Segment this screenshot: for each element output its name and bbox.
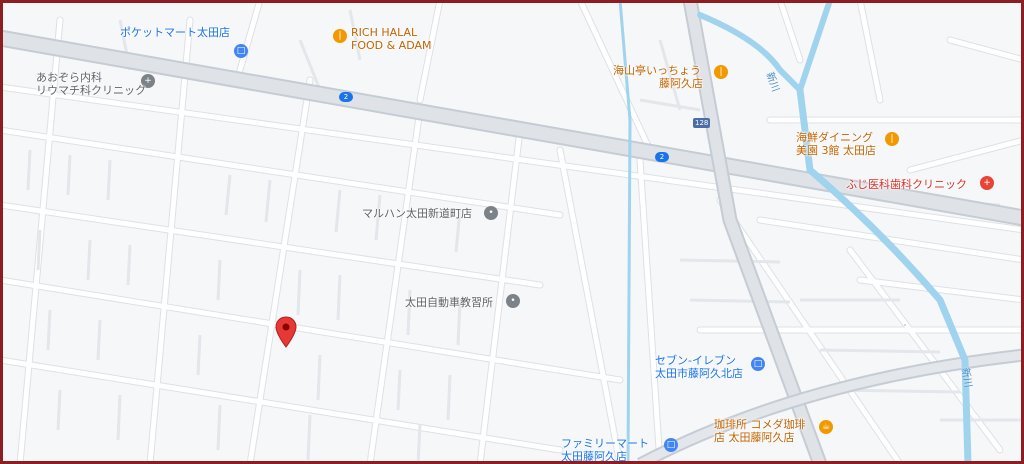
- location-pin-icon[interactable]: [275, 316, 297, 348]
- river-label: 新川: [958, 367, 974, 389]
- poi-label: 太田自動車教習所: [405, 296, 493, 309]
- pin-icon: •: [484, 206, 498, 220]
- restaurant-icon: |: [333, 29, 347, 43]
- poi-label: ふじ医科歯科クリニック: [846, 178, 967, 191]
- pin-icon: •: [506, 294, 520, 308]
- shopping-bag-icon: □: [664, 438, 678, 452]
- poi-label: ポケットマート太田店: [120, 26, 230, 39]
- medical-icon: +: [980, 176, 994, 190]
- map-canvas: [0, 0, 1024, 464]
- route-shield-icon: 2: [339, 92, 353, 102]
- restaurant-icon: |: [714, 65, 728, 79]
- restaurant-icon: |: [885, 132, 899, 146]
- poi-label: 海鮮ダイニング 美園 3館 太田店: [796, 131, 876, 157]
- poi-label: RICH HALAL FOOD & ADAM: [351, 26, 432, 52]
- cafe-icon: ☕: [819, 420, 833, 434]
- shopping-bag-icon: □: [751, 357, 765, 371]
- shopping-bag-icon: □: [234, 44, 248, 58]
- route-shield-icon: 2: [655, 152, 669, 162]
- poi-label: セブン-イレブン 太田市藤阿久北店: [655, 354, 743, 380]
- map-view[interactable]: 2 2 128 新川 新川 □ ポケットマート太田店 | RICH HALAL …: [0, 0, 1024, 464]
- poi-label: マルハン太田新道町店: [362, 207, 472, 220]
- poi-label: あおぞら内科 リウマチ科クリニック: [36, 71, 146, 97]
- poi-label: 珈琲所 コメダ珈琲 店 太田藤阿久店: [714, 418, 806, 444]
- poi-label: 海山亭いっちょう 藤阿久店: [613, 64, 703, 90]
- route-shield-icon: 128: [693, 118, 711, 128]
- road-dots: [904, 324, 906, 326]
- poi-label: ファミリーマート 太田藤阿久店: [561, 437, 649, 463]
